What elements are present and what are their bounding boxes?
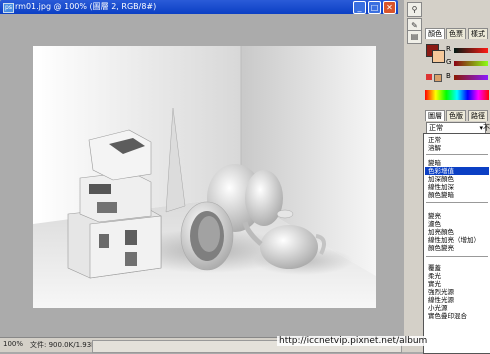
blend-mode-option[interactable]: 正常: [428, 136, 489, 144]
gamut-warning-icon: [426, 74, 432, 80]
close-button[interactable]: ✕: [383, 1, 396, 14]
blend-mode-option[interactable]: 加亮顏色: [428, 228, 489, 236]
blend-mode-option[interactable]: 線性光源: [428, 296, 489, 304]
blend-mode-option[interactable]: 覆蓋: [428, 264, 489, 272]
blend-mode-option-selected[interactable]: 色彩增值: [425, 167, 489, 175]
blue-slider[interactable]: [454, 75, 488, 80]
green-channel-label: G: [446, 58, 452, 66]
image-canvas[interactable]: [33, 46, 376, 308]
document-icon[interactable]: ▤: [407, 30, 422, 44]
blend-mode-option[interactable]: 顏色變暗: [428, 191, 489, 199]
blend-mode-option[interactable]: 變亮: [428, 212, 489, 220]
blend-mode-option[interactable]: 濾色: [428, 220, 489, 228]
blend-mode-option[interactable]: 顏色變亮: [428, 244, 489, 252]
blue-channel-label: B: [446, 72, 451, 80]
blend-mode-option[interactable]: 線性加深: [428, 183, 489, 191]
tab-layers[interactable]: 圖層: [425, 110, 445, 121]
menu-divider: [426, 256, 488, 257]
tab-swatches[interactable]: 色票: [446, 28, 466, 39]
document-title: rm01.jpg @ 100% (圖層 2, RGB/8#): [15, 2, 157, 11]
blend-mode-option[interactable]: 柔光: [428, 272, 489, 280]
watermark-url: http://iccnetvip.pixnet.net/album: [277, 336, 430, 346]
blend-mode-option[interactable]: 實光: [428, 280, 489, 288]
menu-divider: [426, 202, 488, 203]
tab-paths[interactable]: 路徑: [468, 110, 488, 121]
rendered-3d-scene: [33, 46, 376, 308]
document-titlebar[interactable]: ps rm01.jpg @ 100% (圖層 2, RGB/8#) _ □ ✕: [0, 0, 398, 14]
blend-mode-option[interactable]: 小光源: [428, 304, 489, 312]
side-toolbar: ⚲ ✎ ▤: [404, 0, 425, 352]
blend-mode-dropdown: 正常 溶解 變暗 色彩增值 加深顏色 線性加深 顏色變暗 變亮 濾色 加亮顏色 …: [423, 133, 490, 354]
document-window: ps rm01.jpg @ 100% (圖層 2, RGB/8#) _ □ ✕: [0, 0, 405, 353]
background-color-swatch[interactable]: [432, 50, 445, 63]
color-spectrum-bar[interactable]: [425, 90, 489, 100]
blend-mode-option[interactable]: 強烈光源: [428, 288, 489, 296]
search-icon[interactable]: ⚲: [407, 2, 422, 17]
menu-divider: [426, 154, 488, 155]
web-color-swatch[interactable]: [434, 74, 442, 82]
blend-mode-option[interactable]: 實色疊印混合: [428, 312, 489, 320]
zoom-level[interactable]: 100%: [3, 340, 23, 348]
red-channel-label: R: [446, 45, 451, 53]
photoshop-document-icon: ps: [3, 3, 14, 13]
tab-styles[interactable]: 樣式: [468, 28, 488, 39]
blend-mode-option[interactable]: 加深顏色: [428, 175, 489, 183]
blend-mode-option[interactable]: 線性加亮（增加）: [428, 236, 489, 244]
blend-mode-option[interactable]: 變暗: [428, 159, 489, 167]
opacity-label: 不: [483, 124, 490, 132]
tab-channels[interactable]: 色版: [446, 110, 466, 121]
tab-color[interactable]: 顏色: [425, 28, 445, 39]
green-slider[interactable]: [454, 61, 488, 66]
minimize-button[interactable]: _: [353, 1, 366, 14]
blend-mode-value: 正常: [429, 124, 443, 132]
maximize-button[interactable]: □: [368, 1, 381, 14]
document-size: 文件: 900.0K/1.93M: [30, 341, 98, 349]
blend-mode-option[interactable]: 溶解: [428, 144, 489, 152]
red-slider[interactable]: [454, 48, 488, 53]
